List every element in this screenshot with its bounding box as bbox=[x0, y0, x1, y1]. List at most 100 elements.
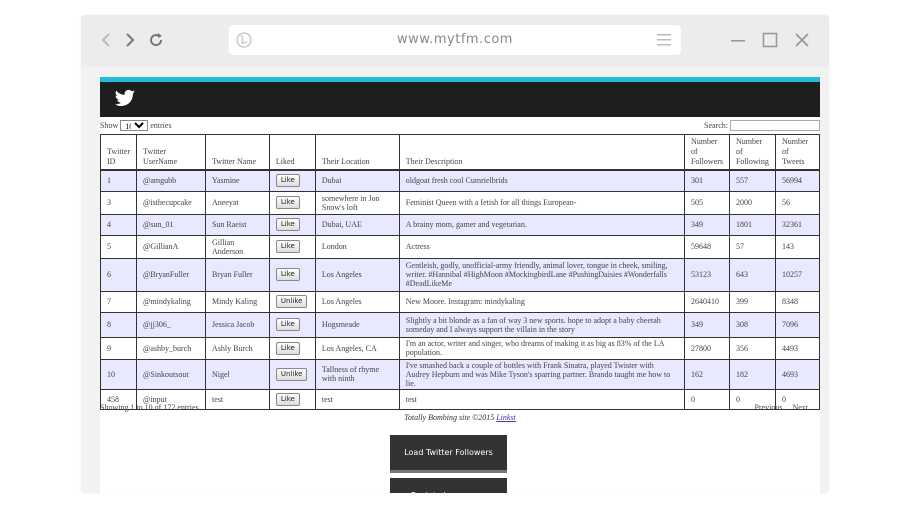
cell-username: @jj306_ bbox=[136, 311, 206, 338]
table-row: 7 @mindykaling Mindy Kaling Unlike Los Angel… bbox=[100, 290, 821, 313]
column-header[interactable]: Number of Followers bbox=[683, 134, 730, 171]
like-button[interactable]: Like bbox=[275, 392, 300, 406]
cell-like: Unlike bbox=[268, 290, 316, 313]
cell-followers: 59648 bbox=[683, 234, 730, 259]
table-controls: Show 10 entries Search: bbox=[100, 120, 820, 134]
entries-select[interactable]: 10 bbox=[120, 120, 149, 131]
cell-like: Unlike bbox=[268, 358, 316, 390]
cell-description: oldgoat fresh cool Cumrielbrids bbox=[398, 169, 685, 192]
footer-text: Totally Bombing site ©2015 bbox=[404, 413, 495, 422]
cell-like: Like bbox=[268, 257, 316, 292]
maximize-icon[interactable] bbox=[761, 31, 779, 49]
cell-location: Tallness of rhyme with ninth bbox=[314, 358, 400, 390]
column-header[interactable]: Twitter UserName bbox=[136, 134, 206, 171]
cell-location: somewhere in Jon Snow's loft bbox=[314, 190, 400, 215]
like-button[interactable]: Unlike bbox=[275, 295, 308, 308]
cell-username: @GillianA bbox=[136, 234, 206, 259]
followers-table: Twitter ID Twitter UserName Twitter Name Li… bbox=[100, 134, 821, 410]
page-body: Show 10 entries Search: Twitter ID Twitte… bbox=[100, 77, 821, 493]
cell-description: Actress bbox=[398, 234, 685, 259]
entries-length: Show 10 entries bbox=[100, 120, 172, 131]
like-button[interactable]: Like bbox=[275, 240, 300, 253]
column-header[interactable]: Twitter Name bbox=[204, 134, 270, 171]
forward-icon[interactable] bbox=[119, 29, 141, 51]
cell-location: Los Angeles, CA bbox=[314, 336, 400, 360]
cell-location: test bbox=[314, 388, 400, 410]
cell-name: Aneeyat bbox=[204, 190, 270, 215]
cell-description: test bbox=[398, 388, 685, 410]
minimize-icon[interactable] bbox=[729, 31, 747, 49]
previous-link[interactable]: Previous bbox=[754, 403, 782, 412]
cell-like: Like bbox=[268, 213, 316, 236]
address-bar[interactable]: www.mytfm.com bbox=[229, 25, 681, 55]
column-header[interactable]: Number of Following bbox=[728, 134, 776, 171]
footer-link[interactable]: Linkst bbox=[496, 413, 516, 422]
cell-name: test bbox=[204, 388, 270, 410]
pagination: Previous Next bbox=[746, 403, 808, 412]
search-input[interactable] bbox=[730, 120, 820, 131]
cell-id: 8 bbox=[100, 311, 137, 338]
table-header-row: Twitter ID Twitter UserName Twitter Name Li… bbox=[100, 134, 821, 171]
back-icon[interactable] bbox=[95, 29, 117, 51]
column-header[interactable]: Their Description bbox=[398, 134, 685, 171]
cell-name: Yasmine bbox=[204, 169, 270, 192]
cell-tweets: 4693 bbox=[774, 358, 821, 390]
table-info: Showing 1 to 10 of 172 entries bbox=[100, 403, 199, 412]
like-button[interactable]: Like bbox=[275, 174, 300, 188]
footer: Totally Bombing site ©2015 Linkst bbox=[100, 413, 820, 422]
cell-name: Bryan Fuller bbox=[204, 257, 270, 292]
cell-followers: 505 bbox=[683, 190, 730, 215]
column-header[interactable]: Twitter ID bbox=[100, 134, 137, 171]
reload-icon[interactable] bbox=[145, 29, 167, 51]
like-button[interactable]: Unlike bbox=[275, 367, 308, 381]
cell-id: 6 bbox=[100, 257, 137, 292]
cell-id: 3 bbox=[100, 190, 137, 215]
close-icon[interactable] bbox=[793, 31, 811, 49]
cell-name: Sun Raeist bbox=[204, 213, 270, 236]
cell-followers: 349 bbox=[683, 311, 730, 338]
cell-like: Like bbox=[268, 190, 316, 215]
cell-location: Dubai bbox=[314, 169, 400, 192]
cell-username: @isthecupcake bbox=[136, 190, 206, 215]
column-header[interactable]: Number of Tweets bbox=[774, 134, 821, 171]
cell-name: Nigel bbox=[204, 358, 270, 390]
cell-following: 557 bbox=[728, 169, 776, 192]
cell-followers: 53123 bbox=[683, 257, 730, 292]
load-followers-button[interactable]: Load Twitter Followers bbox=[390, 435, 507, 470]
cell-followers: 162 bbox=[683, 358, 730, 390]
cell-description: Gentleish, godly, unofficial-army friend… bbox=[398, 257, 685, 292]
table-row: 1 @amgubb Yasmine Like Dubai oldgoat fresh co… bbox=[100, 169, 821, 192]
cell-name: Jessica Jacob bbox=[204, 311, 270, 338]
hamburger-menu-icon[interactable] bbox=[657, 33, 671, 47]
cell-like: Like bbox=[268, 234, 316, 259]
cell-like: Like bbox=[268, 311, 316, 338]
column-header[interactable]: Liked bbox=[268, 134, 316, 171]
cell-id: 10 bbox=[100, 358, 137, 390]
back-home-button[interactable]: Back to homepage bbox=[390, 478, 507, 493]
twitter-bird-icon[interactable] bbox=[114, 89, 136, 109]
like-button[interactable]: Like bbox=[275, 341, 300, 355]
cell-followers: 2640410 bbox=[683, 290, 730, 313]
cell-following: 57 bbox=[728, 234, 776, 259]
cell-description: I'm an actor, writer and singer, who dre… bbox=[398, 336, 685, 360]
column-header[interactable]: Their Location bbox=[314, 134, 400, 171]
cell-id: 1 bbox=[100, 169, 137, 192]
like-button[interactable]: Like bbox=[275, 196, 300, 209]
cell-name: Ashly Burch bbox=[204, 336, 270, 360]
page-viewport: Show 10 entries Search: Twitter ID Twitte… bbox=[81, 67, 829, 493]
table-row: 8 @jj306_ Jessica Jacob Like Hogsmeade Slight… bbox=[100, 311, 821, 338]
like-button[interactable]: Like bbox=[275, 268, 300, 281]
url-text: www.mytfm.com bbox=[397, 32, 513, 47]
cell-name: Gillian Anderson bbox=[204, 234, 270, 259]
cell-id: 9 bbox=[100, 336, 137, 360]
like-button[interactable]: Like bbox=[275, 318, 300, 331]
next-link[interactable]: Next bbox=[792, 403, 808, 412]
cell-following: 2000 bbox=[728, 190, 776, 215]
cell-followers: 301 bbox=[683, 169, 730, 192]
like-button[interactable]: Like bbox=[275, 218, 300, 231]
cell-username: @sun_01 bbox=[136, 213, 206, 236]
cell-tweets: 7096 bbox=[774, 311, 821, 338]
table-row: 6 @BryanFuller Bryan Fuller Like Los Angeles… bbox=[100, 257, 821, 292]
cell-name: Mindy Kaling bbox=[204, 290, 270, 313]
cell-id: 4 bbox=[100, 213, 137, 236]
